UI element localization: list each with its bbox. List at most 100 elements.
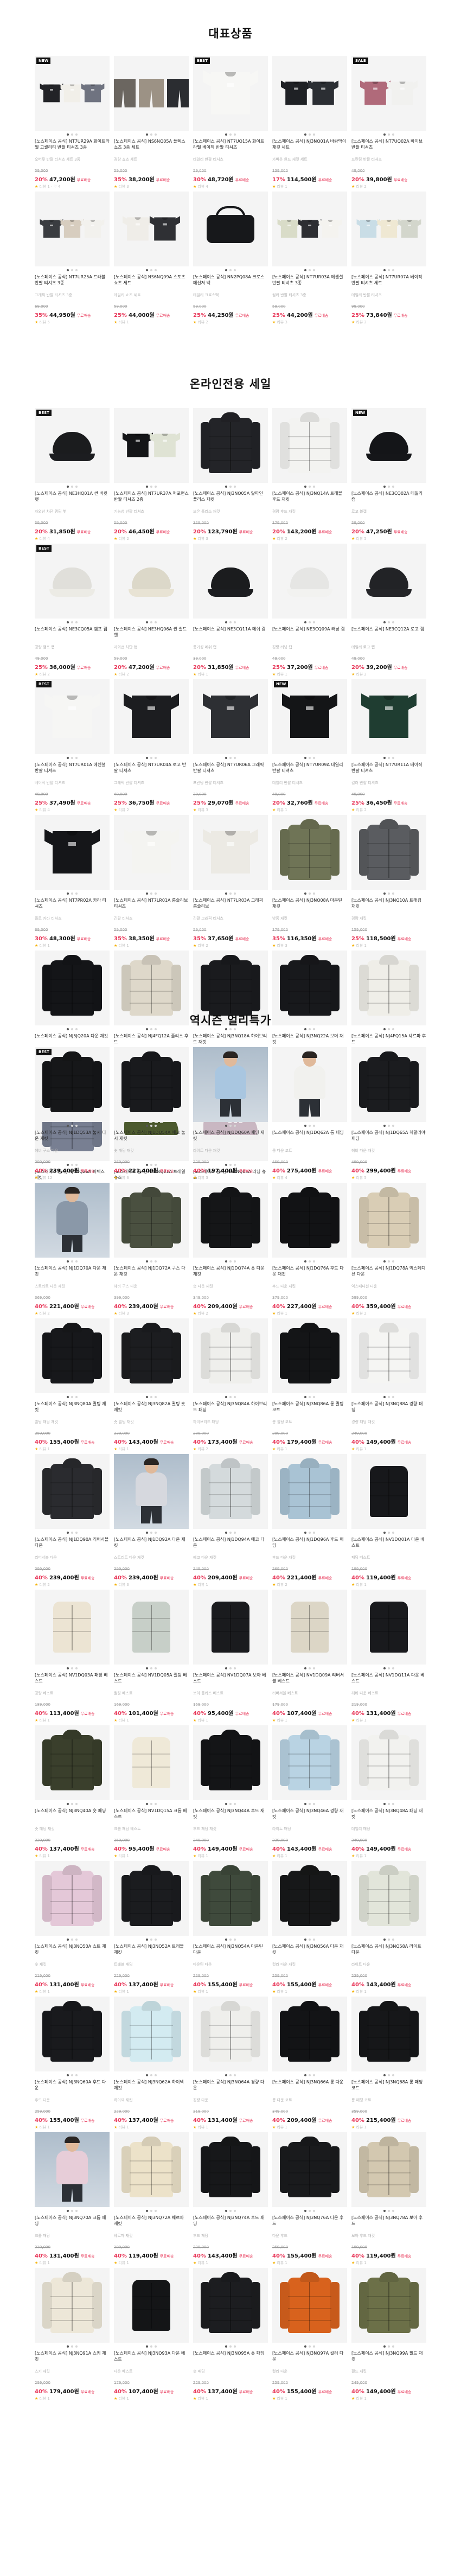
product-image[interactable] xyxy=(114,192,189,266)
product-card[interactable]: BEST [노스페이스 공식] NJ1DQ53A 눕시 다운 재킷 헤비 구스 다운… xyxy=(35,1047,110,1181)
product-name[interactable]: [노스페이스 공식] NV1DQ01A 다운 베스트 xyxy=(351,1536,426,1554)
product-image[interactable]: BEST xyxy=(35,408,110,483)
product-name[interactable]: [노스페이스 공식] NE3CQ05A 캠프 캡 xyxy=(35,626,110,644)
product-name[interactable]: [노스페이스 공식] NE3CQ12A 로고 캡 xyxy=(351,626,426,644)
product-image[interactable] xyxy=(193,679,268,754)
pager-dot[interactable] xyxy=(146,1532,148,1534)
product-image[interactable] xyxy=(35,1725,110,1800)
product-image[interactable] xyxy=(114,1861,189,1936)
product-name[interactable]: [노스페이스 공식] NJ1DQ62A 롱 패딩 xyxy=(272,1130,347,1147)
image-pager[interactable] xyxy=(193,1803,268,1805)
product-card[interactable]: [노스페이스 공식] NJ3NQ68A 롱 패딩 코트 롱 패딩 코트 359,00… xyxy=(351,1997,426,2131)
pager-dot[interactable] xyxy=(146,1667,148,1669)
pager-dot[interactable] xyxy=(392,892,394,895)
image-pager[interactable] xyxy=(193,1396,268,1398)
product-card[interactable]: [노스페이스 공식] NJ3NQ91A 스키 재킷 스키 재킷 299,000 40%… xyxy=(35,2268,110,2402)
product-card[interactable]: [노스페이스 공식] NJ3NQ54A 마운틴 다운 마운틴 다운 259,000 4… xyxy=(193,1861,268,1995)
product-image[interactable] xyxy=(272,544,347,619)
product-image[interactable] xyxy=(272,1318,347,1393)
pager-dot[interactable] xyxy=(67,486,69,488)
image-pager[interactable] xyxy=(35,1667,110,1669)
pager-dot[interactable] xyxy=(150,1396,152,1398)
product-name[interactable]: [노스페이스 공식] NJ1DQ74A 숏 다운 재킷 xyxy=(193,1265,268,1283)
pager-dot[interactable] xyxy=(150,757,152,759)
product-image[interactable] xyxy=(35,1183,110,1258)
pager-dot[interactable] xyxy=(304,1939,306,1941)
pager-dot[interactable] xyxy=(146,1939,148,1941)
product-card[interactable]: [노스페이스 공식] NV1DQ01A 다운 베스트 패딩 베스트 199,000 4… xyxy=(351,1454,426,1588)
product-name[interactable]: [노스페이스 공식] NJ3NQ76A 다운 후드 xyxy=(272,2215,347,2233)
image-pager[interactable] xyxy=(351,133,426,136)
product-card[interactable]: [노스페이스 공식] NJ3NQ48A 패딩 재킷 데일리 패딩 249,000 40… xyxy=(351,1725,426,1859)
product-image[interactable] xyxy=(351,1997,426,2071)
image-pager[interactable] xyxy=(193,757,268,759)
pager-dot[interactable] xyxy=(225,269,227,271)
product-card[interactable]: [노스페이스 공식] NJ3NQ58A 라이트 다운 라이트 다운 239,000 4… xyxy=(351,1861,426,1995)
product-image[interactable]: BEST xyxy=(35,1047,110,1122)
pager-dot[interactable] xyxy=(75,1028,78,1030)
product-card[interactable]: [노스페이스 공식] NJ3NQ10A 트래킹 재킷 경량 재킷 159,000 25… xyxy=(351,815,426,949)
pager-dot[interactable] xyxy=(225,2210,227,2212)
pager-dot[interactable] xyxy=(388,486,390,488)
image-pager[interactable] xyxy=(114,486,189,488)
image-pager[interactable] xyxy=(114,621,189,623)
pager-dot[interactable] xyxy=(383,892,386,895)
pager-dot[interactable] xyxy=(313,1667,315,1669)
pager-dot[interactable] xyxy=(67,892,69,895)
pager-dot[interactable] xyxy=(67,1028,69,1030)
pager-dot[interactable] xyxy=(383,2345,386,2348)
image-pager[interactable] xyxy=(114,892,189,895)
pager-dot[interactable] xyxy=(67,1125,69,1127)
image-pager[interactable] xyxy=(193,1532,268,1534)
pager-dot[interactable] xyxy=(229,486,232,488)
pager-dot[interactable] xyxy=(71,1396,73,1398)
product-name[interactable]: [노스페이스 공식] NT7UR04A 로고 반팔 티셔츠 xyxy=(114,762,189,780)
pager-dot[interactable] xyxy=(71,621,73,623)
image-pager[interactable] xyxy=(35,1028,110,1030)
pager-dot[interactable] xyxy=(304,1260,306,1263)
product-card[interactable]: [노스페이스 공식] NJ3NQ08A 마운틴 재킷 방풍 재킷 179,000 35… xyxy=(272,815,347,949)
product-image[interactable] xyxy=(193,1454,268,1529)
pager-dot[interactable] xyxy=(155,1260,157,1263)
pager-dot[interactable] xyxy=(146,1028,148,1030)
pager-dot[interactable] xyxy=(150,2210,152,2212)
product-card[interactable]: [노스페이스 공식] NJ3NQ40A 숏 패딩 숏 패딩 재킷 229,000 40… xyxy=(35,1725,110,1859)
pager-dot[interactable] xyxy=(150,2074,152,2076)
product-name[interactable]: [노스페이스 공식] NJ3NQ68A 롱 패딩 코트 xyxy=(351,2079,426,2097)
product-image[interactable] xyxy=(114,1183,189,1258)
pager-dot[interactable] xyxy=(234,486,236,488)
pager-dot[interactable] xyxy=(313,2074,315,2076)
product-name[interactable]: [노스페이스 공식] NJ3NQ88A 경량 패딩 xyxy=(351,1401,426,1419)
product-name[interactable]: [노스페이스 공식] NJ3NQ99A 필드 재킷 xyxy=(351,2350,426,2368)
product-card[interactable]: BEST [노스페이스 공식] NT7UR01A 에센셜 반팔 티셔츠 베이직 반팔… xyxy=(35,679,110,813)
pager-dot[interactable] xyxy=(383,621,386,623)
pager-dot[interactable] xyxy=(225,486,227,488)
pager-dot[interactable] xyxy=(146,621,148,623)
pager-dot[interactable] xyxy=(304,2074,306,2076)
image-pager[interactable] xyxy=(272,486,347,488)
image-pager[interactable] xyxy=(351,1125,426,1127)
pager-dot[interactable] xyxy=(388,1939,390,1941)
pager-dot[interactable] xyxy=(229,1532,232,1534)
product-name[interactable]: [노스페이스 공식] NJ3NQ80A 퀼팅 재킷 xyxy=(35,1401,110,1419)
pager-dot[interactable] xyxy=(229,2210,232,2212)
product-name[interactable]: [노스페이스 공식] NT7UR01A 에센셜 반팔 티셔츠 xyxy=(35,762,110,780)
product-image[interactable] xyxy=(35,2132,110,2207)
pager-dot[interactable] xyxy=(155,621,157,623)
pager-dot[interactable] xyxy=(146,892,148,895)
pager-dot[interactable] xyxy=(150,1667,152,1669)
image-pager[interactable] xyxy=(351,486,426,488)
pager-dot[interactable] xyxy=(155,1125,157,1127)
product-image[interactable] xyxy=(114,1590,189,1665)
product-name[interactable]: [노스페이스 공식] NJ1DQ78A 익스페디션 다운 xyxy=(351,1265,426,1283)
product-card[interactable]: NEW [노스페이스 공식] NE3CQ02A 데일리 캡 로고 볼캡 59,000 2… xyxy=(351,408,426,542)
pager-dot[interactable] xyxy=(71,486,73,488)
image-pager[interactable] xyxy=(272,757,347,759)
product-card[interactable]: [노스페이스 공식] NV1DQ11A 다운 베스트 헤비 다운 베스트 219,0… xyxy=(351,1590,426,1724)
product-image[interactable]: BEST xyxy=(193,56,268,131)
product-card[interactable]: [노스페이스 공식] NT7UR07A 베이직 반팔 티셔츠 세트 데일리 반팔 … xyxy=(351,192,426,326)
product-name[interactable]: [노스페이스 공식] NJ3NQ48A 패딩 재킷 xyxy=(351,1808,426,1826)
image-pager[interactable] xyxy=(272,1260,347,1263)
image-pager[interactable] xyxy=(351,621,426,623)
pager-dot[interactable] xyxy=(71,1125,73,1127)
